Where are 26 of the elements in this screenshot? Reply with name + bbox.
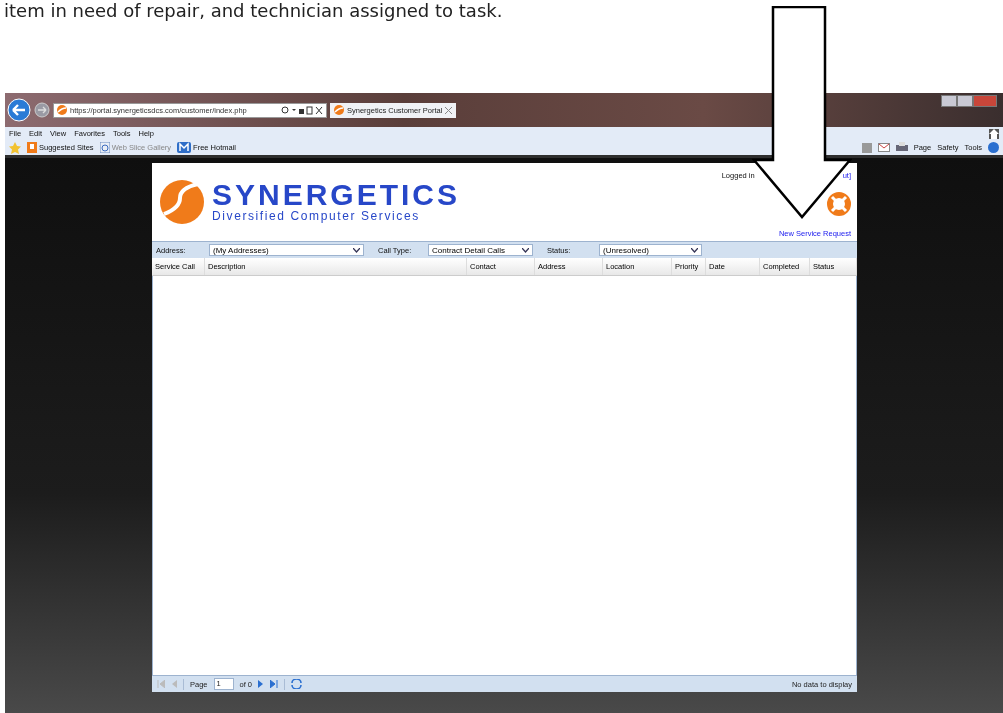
- last-page-icon[interactable]: [270, 680, 279, 688]
- address-tools-icon[interactable]: [281, 105, 323, 115]
- close-icon[interactable]: [445, 106, 453, 114]
- slide-caption: item in need of repair, and technician assigned to task.: [3, 0, 504, 23]
- site-logo-icon: [57, 105, 67, 115]
- help-icon[interactable]: [988, 142, 999, 153]
- site-logo-icon: [334, 105, 344, 115]
- dropdown-caret-icon: [353, 247, 360, 253]
- mail-logo-icon: [177, 142, 192, 153]
- printer-icon[interactable]: [895, 142, 908, 153]
- swoosh-logo-icon: [158, 178, 206, 226]
- company-name: SYNERGETICS: [212, 181, 461, 209]
- filter-dropdown[interactable]: (Unresolved): [599, 244, 702, 256]
- next-page-icon[interactable]: [258, 680, 265, 688]
- refresh-icon[interactable]: [291, 679, 303, 689]
- filter-dropdown[interactable]: Contract Detail Calls: [428, 244, 533, 256]
- dropdown-caret-icon: [691, 247, 698, 253]
- suggested-sites-icon: [27, 142, 37, 153]
- dropdown-caret-icon: [522, 247, 529, 253]
- filter-dropdown[interactable]: (My Addresses): [209, 244, 364, 256]
- mail-icon[interactable]: [877, 143, 890, 152]
- home-icon[interactable]: [989, 128, 999, 139]
- life-ring-icon[interactable]: [827, 191, 851, 216]
- company-tagline: Diversified Computer Services: [212, 209, 421, 223]
- window-controls[interactable]: [941, 95, 997, 107]
- star-icon[interactable]: [9, 141, 21, 154]
